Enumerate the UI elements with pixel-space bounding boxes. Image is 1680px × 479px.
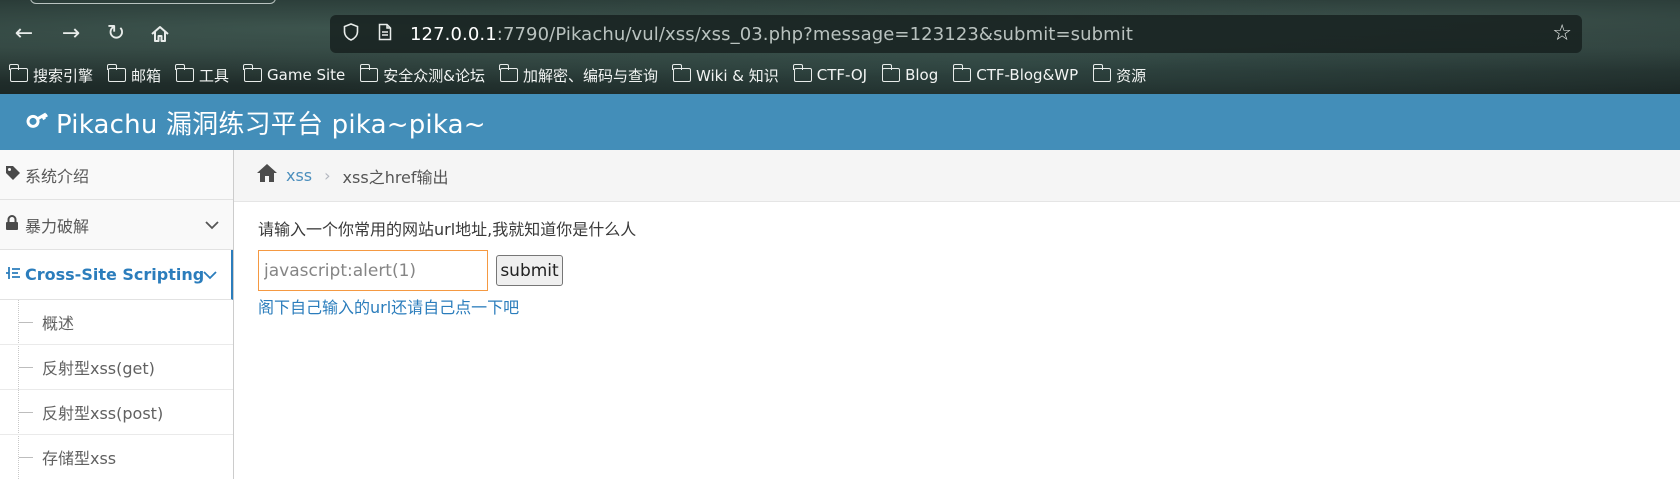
bookmark-folder-blog[interactable]: Blog: [881, 64, 939, 84]
submit-button[interactable]: submit: [496, 255, 563, 286]
url-text[interactable]: 127.0.0.1:7790/Pikachu/vul/xss/xss_03.ph…: [410, 24, 1133, 45]
bookmark-label: 安全众测&论坛: [383, 66, 485, 85]
bookmark-star-icon[interactable]: ☆: [1552, 21, 1572, 46]
bookmark-folder-search[interactable]: 搜索引擎: [9, 64, 94, 86]
bookmark-folder-resources[interactable]: 资源: [1092, 64, 1147, 86]
reload-icon[interactable]: ↻: [100, 18, 132, 50]
url-host: 127.0.0.1: [410, 23, 497, 45]
sidebar-item-label: 系统介绍: [25, 166, 90, 186]
sidebar-item-xss[interactable]: Cross-Site Scripting: [0, 250, 233, 300]
bookmark-folder-game-site[interactable]: Game Site: [243, 64, 346, 84]
sidebar-item-brute-force[interactable]: 暴力破解: [0, 200, 233, 250]
bookmark-folder-ctf-oj[interactable]: CTF-OJ: [793, 64, 868, 84]
bookmark-folder-wiki[interactable]: Wiki & 知识: [672, 64, 779, 86]
folder-icon: [793, 64, 812, 82]
bookmark-folder-mail[interactable]: 邮箱: [107, 64, 162, 86]
lock-icon: [5, 214, 25, 235]
xss-submenu: 概述 反射型xss(get) 反射型xss(post) 存储型xss: [0, 300, 233, 479]
forward-icon[interactable]: →: [55, 18, 87, 50]
folder-icon: [952, 64, 972, 82]
back-icon[interactable]: ←: [8, 18, 40, 50]
tags-icon: [5, 165, 25, 185]
bookmark-label: 搜索引擎: [33, 66, 94, 85]
breadcrumb-current: xss之href输出: [342, 167, 449, 187]
list-icon: [5, 265, 25, 285]
sidebar-item-label: 暴力破解: [25, 216, 90, 236]
folder-icon: [672, 64, 691, 82]
bookmark-label: Game Site: [267, 66, 346, 84]
breadcrumb-separator: ›: [324, 166, 331, 185]
result-link[interactable]: 阁下自己输入的url还请自己点一下吧: [258, 294, 519, 318]
folder-icon: [9, 64, 28, 82]
folder-icon: [499, 64, 518, 82]
submenu-item-reflected-post[interactable]: 反射型xss(post): [0, 390, 233, 435]
chevron-down-icon[interactable]: [203, 266, 217, 284]
submenu-item-overview[interactable]: 概述: [0, 300, 233, 345]
sidebar-item-label: Cross-Site Scripting: [25, 265, 205, 284]
chevron-down-icon[interactable]: [205, 216, 219, 234]
bookmark-label: CTF-Blog&WP: [976, 66, 1079, 84]
bookmark-folder-ctf-blog[interactable]: CTF-Blog&WP: [952, 64, 1079, 84]
folder-icon: [243, 64, 263, 82]
address-bar[interactable]: 127.0.0.1:7790/Pikachu/vul/xss/xss_03.ph…: [330, 15, 1582, 53]
browser-chrome: ← → ↻ 127.0.0.1:7790/Pikachu/vul/xss/xss…: [0, 0, 1680, 94]
bookmark-label: Wiki & 知识: [696, 66, 779, 85]
sidebar: 系统介绍 暴力破解 Cross-Site Scripting 概述 反射型xss…: [0, 150, 234, 479]
page-icon[interactable]: [372, 23, 398, 46]
submenu-item-label: 存储型xss: [42, 449, 117, 468]
submenu-item-reflected-get[interactable]: 反射型xss(get): [0, 345, 233, 390]
sidebar-item-intro[interactable]: 系统介绍: [0, 150, 233, 200]
folder-icon: [107, 64, 127, 82]
bookmark-label: CTF-OJ: [816, 66, 868, 84]
folder-icon: [881, 64, 901, 82]
main-content: 请输入一个你常用的网站url地址,我就知道你是什么人 submit 阁下自己输入…: [234, 202, 1680, 479]
folder-icon: [1092, 64, 1112, 82]
bookmark-folder-security[interactable]: 安全众测&论坛: [359, 64, 485, 86]
submenu-item-label: 反射型xss(get): [42, 359, 155, 378]
bookmark-label: 邮箱: [131, 66, 162, 85]
shield-icon[interactable]: [338, 22, 364, 46]
breadcrumb-link-xss[interactable]: xss: [286, 166, 312, 185]
bookmark-label: 加解密、编码与查询: [522, 66, 658, 85]
submenu-item-label: 反射型xss(post): [42, 404, 164, 423]
bookmark-label: Blog: [905, 66, 939, 84]
breadcrumb: xss › xss之href输出: [234, 150, 1680, 202]
submenu-item-label: 概述: [42, 314, 75, 333]
prompt-text: 请输入一个你常用的网站url地址,我就知道你是什么人: [258, 220, 637, 239]
url-path: :7790/Pikachu/vul/xss/xss_03.php?message…: [496, 23, 1134, 45]
app-title[interactable]: Pikachu 漏洞练习平台 pika~pika~: [56, 104, 486, 141]
bookmark-folder-tools[interactable]: 工具: [175, 64, 230, 86]
home-icon[interactable]: [144, 18, 176, 50]
key-icon: [20, 103, 56, 141]
url-input[interactable]: [258, 250, 488, 291]
bookmark-folder-crypto[interactable]: 加解密、编码与查询: [499, 64, 658, 86]
bookmarks-bar: 搜索引擎 邮箱 工具 Game Site 安全众测&论坛 加解密、编码与查询 W…: [9, 62, 1161, 88]
home-icon[interactable]: [256, 163, 278, 188]
submenu-item-stored[interactable]: 存储型xss: [0, 435, 233, 479]
bookmark-label: 工具: [199, 66, 230, 85]
bookmark-label: 资源: [1116, 66, 1147, 85]
folder-icon: [359, 64, 379, 82]
browser-tab[interactable]: [30, 0, 276, 4]
folder-icon: [175, 64, 195, 82]
app-header: Pikachu 漏洞练习平台 pika~pika~: [0, 94, 1680, 150]
